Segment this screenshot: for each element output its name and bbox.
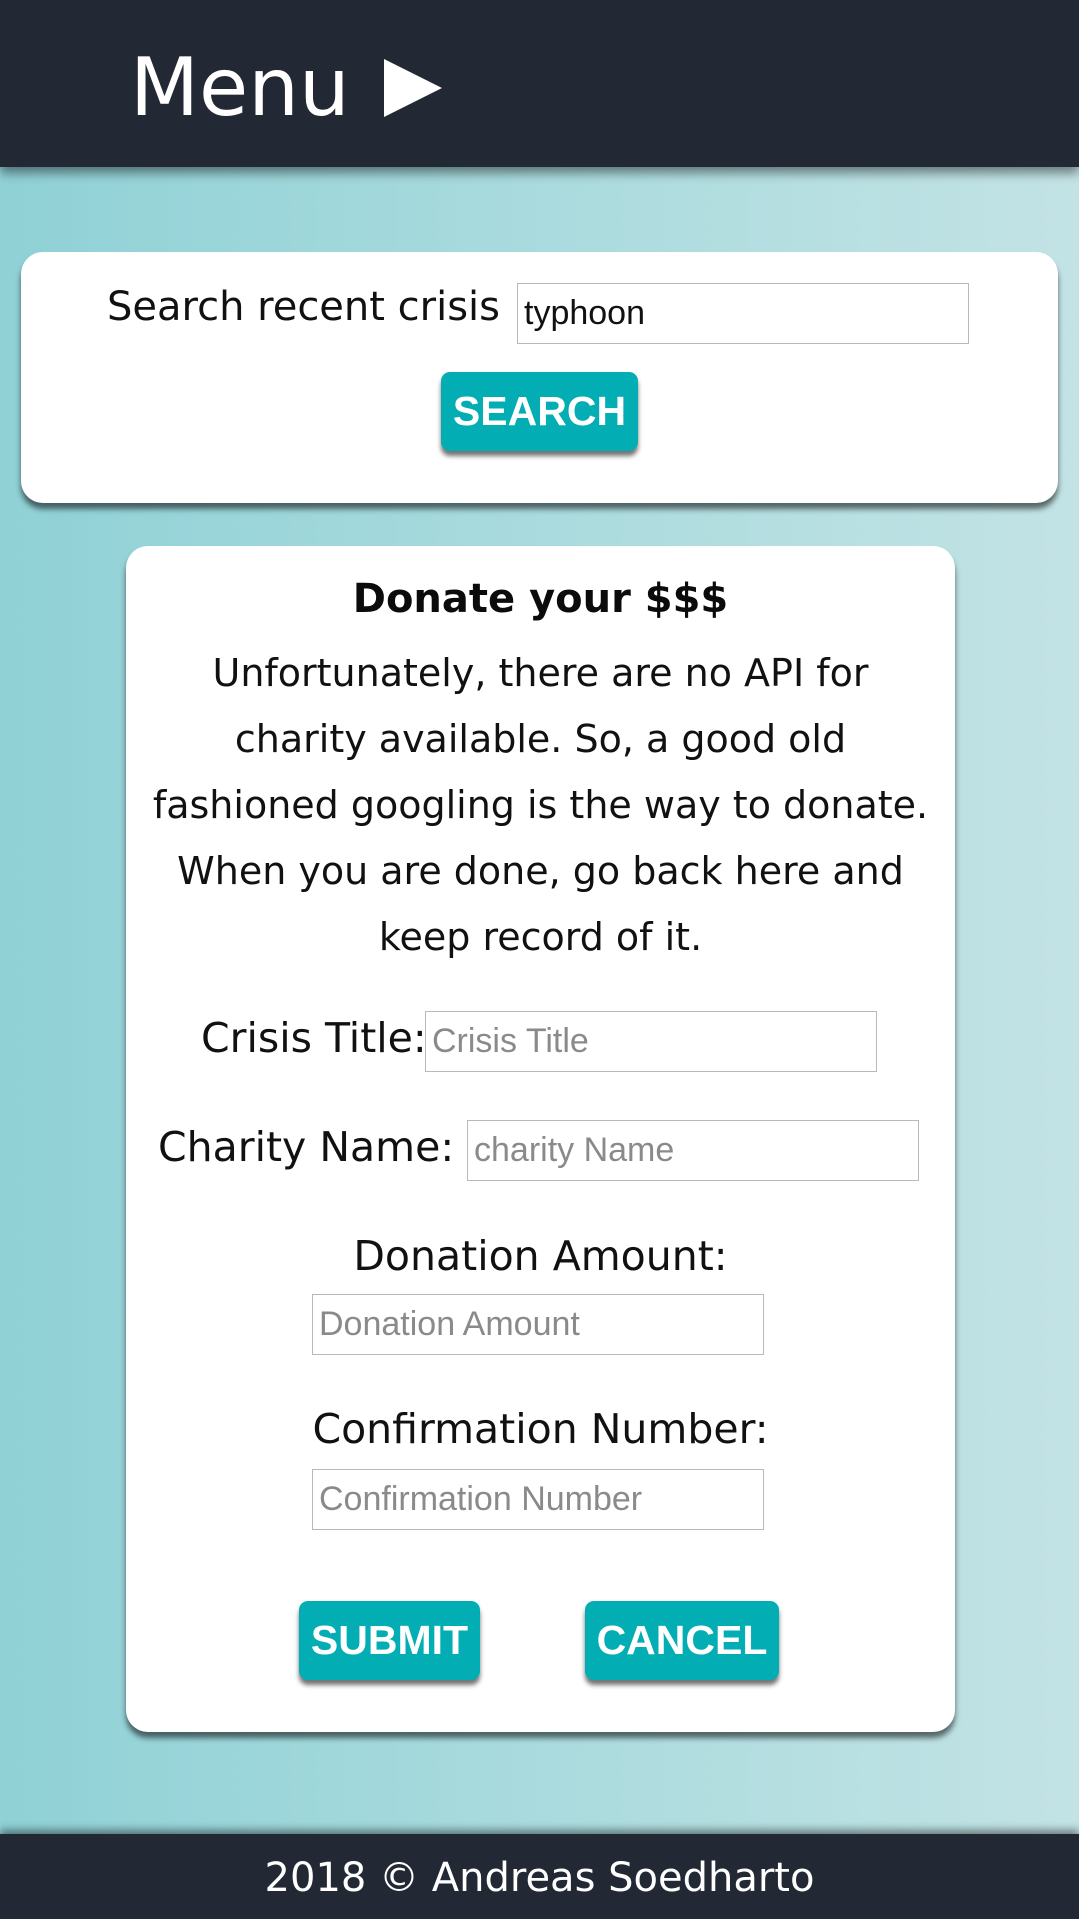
footer: 2018 © Andreas Soedharto [0,1834,1079,1919]
confirmation-number-label: Confirmation Number: [312,1405,769,1453]
search-input[interactable] [517,283,969,344]
submit-button[interactable]: SUBMIT [299,1601,480,1680]
triangle-right-icon [383,58,442,117]
top-navbar: Menu [0,0,1079,167]
donation-amount-input[interactable] [312,1294,764,1355]
menu-toggle[interactable]: Menu [130,40,442,135]
donate-description: Unfortunately, there are no API for char… [152,651,929,959]
search-card: Search recent crisis SEARCH [21,252,1058,503]
donate-heading: Donate your $$$ [352,576,729,622]
confirmation-number-input[interactable] [312,1469,764,1530]
donate-card: Donate your $$$ Unfortunately, there are… [126,546,955,1732]
search-label: Search recent crisis [107,284,501,330]
charity-name-label: Charity Name: [158,1123,455,1171]
cancel-button[interactable]: CANCEL [585,1601,779,1680]
search-button[interactable]: SEARCH [441,372,638,451]
donation-amount-label: Donation Amount: [353,1232,728,1280]
crisis-title-label: Crisis Title: [201,1014,427,1062]
crisis-title-input[interactable] [425,1011,877,1072]
footer-copyright: 2018 © Andreas Soedharto [264,1855,815,1901]
charity-name-input[interactable] [467,1120,919,1181]
menu-label: Menu [130,41,350,134]
